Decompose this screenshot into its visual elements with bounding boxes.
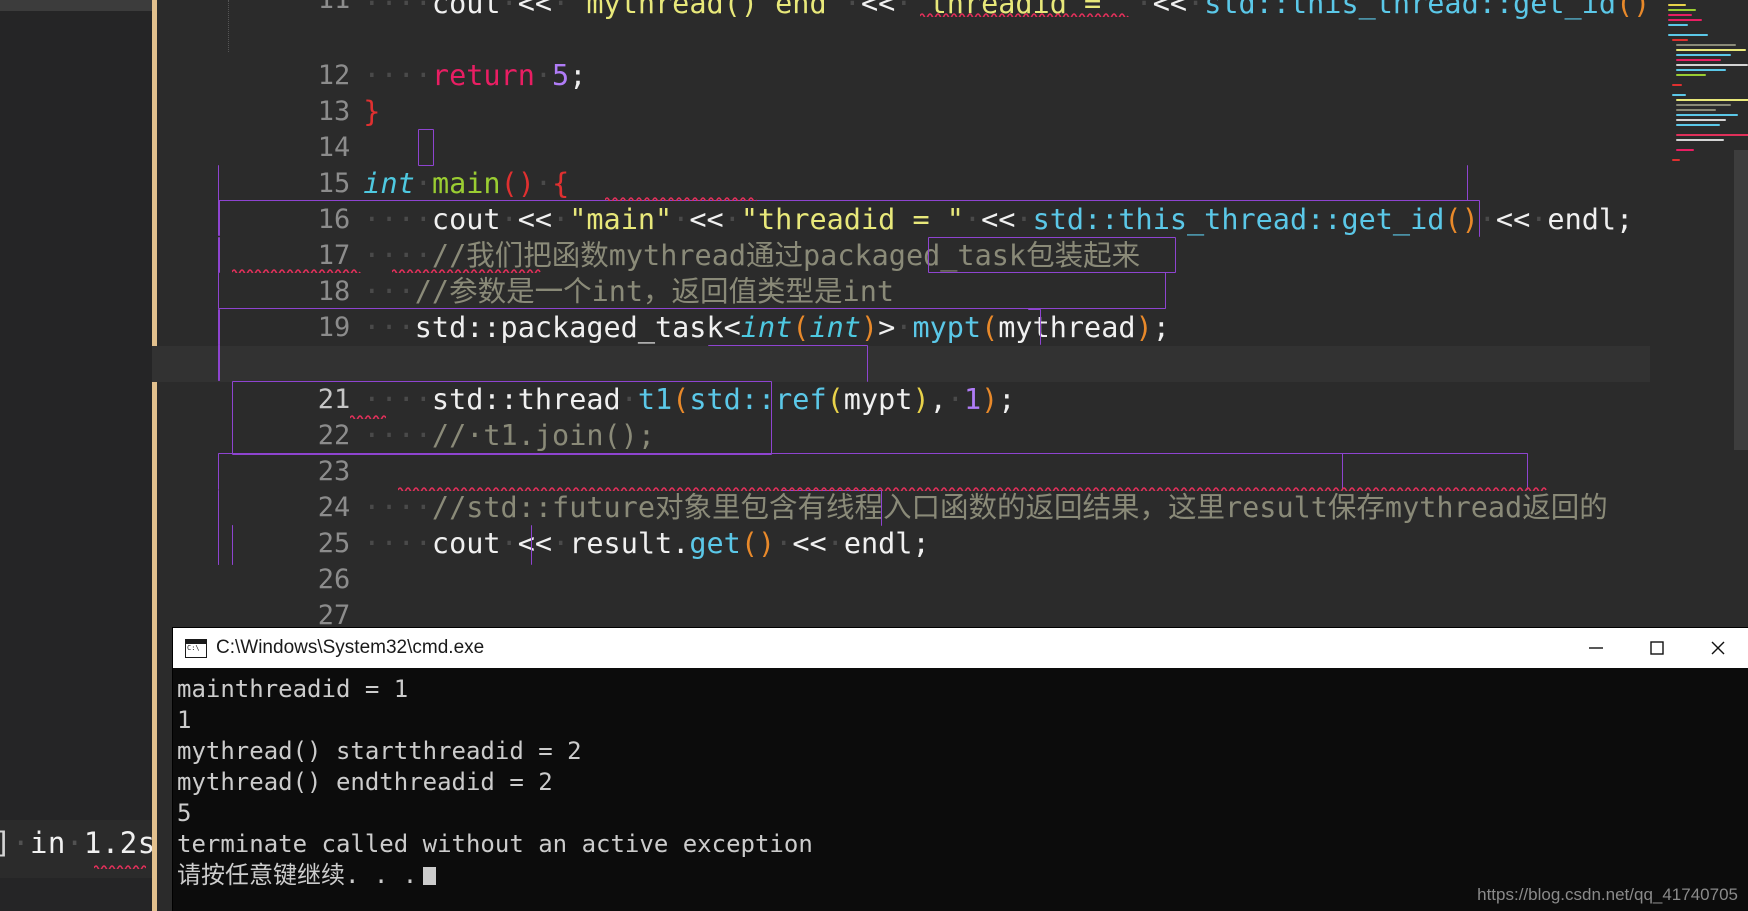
close-button[interactable] [1687,628,1748,668]
code-line[interactable]: 16 ····cout·<<·"main"·<<·"threadid = "·<<… [152,166,1748,236]
code-line[interactable]: 25 ····cout·<<·result.get()·<<·endl; [152,490,1748,560]
editor-bleed-line: ]·in·1.2s] [0,820,170,878]
minimap-line [1676,119,1726,121]
cmd-output-line: mythread() startthreadid = 2 [177,737,582,765]
code-line[interactable]: 26 [152,526,1748,595]
code-line[interactable]: 12 ····return·5; [152,22,1748,92]
code-line-current[interactable]: 21 ····std::thread·t1(std::ref(mypt),·1); [152,346,1748,416]
cmd-icon [185,638,207,658]
code-line[interactable]: 19 ···std::packaged_task<int(int)>·mypt(m… [152,274,1748,344]
spell-squiggle-icon [392,269,541,273]
code-line[interactable]: 24 ····//std::future对象里包含有线程入口函数的返回结果，这里r… [152,454,1748,524]
minimap-line [1668,34,1708,36]
spell-squiggle-icon [232,269,361,273]
cmd-output-line: terminate called without an active excep… [177,830,813,858]
minimap-line [1676,74,1706,76]
minimap-line [1676,64,1748,66]
cmd-title-text: C:\Windows\System32\cmd.exe [216,637,485,658]
minimap-line [1672,94,1686,96]
bleed-text: ]·in·1.2s] [0,826,170,860]
minimap-line [1676,109,1716,111]
cmd-window[interactable]: C:\Windows\System32\cmd.exe mainthreadid… [173,628,1748,911]
window-controls[interactable] [1565,628,1748,668]
cmd-cursor [423,867,437,885]
code-line[interactable]: 14 [152,94,1748,163]
cmd-output-line: 请按任意键继续. . . [177,861,418,889]
minimap-line [1668,9,1696,11]
cmd-output-line: 5 [177,799,192,827]
minimap-line [1668,14,1692,16]
minimap-line [1676,124,1720,126]
code-line[interactable]: 15 int·main()·{ [152,130,1748,200]
left-pane-titlebar [0,0,152,11]
minimap-line [1668,24,1688,26]
spell-squiggle-icon [605,197,757,201]
code-line[interactable]: 17 ····//我们把函数mythread通过packaged_task包装起来 [152,202,1748,272]
code-line[interactable]: 22 ····//·t1.join(); [152,382,1748,452]
code-line[interactable]: 23 [152,418,1748,487]
minimize-button[interactable] [1565,628,1626,668]
minimap-line [1668,19,1702,21]
cmd-output-line: mythread() endthreadid = 2 [177,768,553,796]
code-line[interactable]: 27 [152,562,1748,631]
minimap-line [1668,4,1686,6]
spell-squiggle-icon [94,865,146,869]
editor-scrollbar[interactable] [1734,150,1748,450]
minimap-line [1676,104,1731,106]
code-line[interactable]: 20····std::future<int>·result·=·mypt.get… [152,310,1748,380]
cmd-titlebar[interactable]: C:\Windows\System32\cmd.exe [173,628,1748,668]
minimap-line [1676,49,1746,51]
minimap-line [1672,159,1680,161]
cmd-output-line: mainthreadid = 1 [177,675,409,703]
minimap-line [1676,134,1748,136]
minimap-line [1676,139,1724,141]
minimap-line [1676,69,1726,71]
code-lines-container[interactable]: 11····cout·<<·"mythread() end"·<<·"threa… [152,0,1748,703]
minimap-line [1676,59,1721,61]
minimap-line [1676,44,1736,46]
left-pane [0,0,152,911]
minimap-line [1676,114,1738,116]
minimap-line [1676,149,1694,151]
cmd-output-line: 1 [177,706,192,734]
screen-root: ]·in·1.2s] 11····cout·<<·"mythread() end… [0,0,1748,911]
spell-squiggle-icon [398,487,1547,491]
cmd-output[interactable]: mainthreadid = 1 1 mythread() startthreadi… [173,668,1748,911]
spell-squiggle-icon [350,415,386,419]
code-line[interactable]: 13} [152,58,1748,128]
watermark: https://blog.csdn.net/qq_41740705 [1477,885,1738,904]
spell-squiggle-icon [920,13,1129,17]
line-content[interactable]: ····cout·<<·"mythread() end"·<<·"threadi… [363,0,1650,22]
maximize-button[interactable] [1626,628,1687,668]
minimap-line [1676,54,1731,56]
minimap-line [1672,84,1682,86]
minimap-line [1672,39,1688,41]
minimap-line [1676,99,1748,101]
code-line[interactable]: 11····cout·<<·"mythread() end"·<<·"threa… [152,0,1748,22]
